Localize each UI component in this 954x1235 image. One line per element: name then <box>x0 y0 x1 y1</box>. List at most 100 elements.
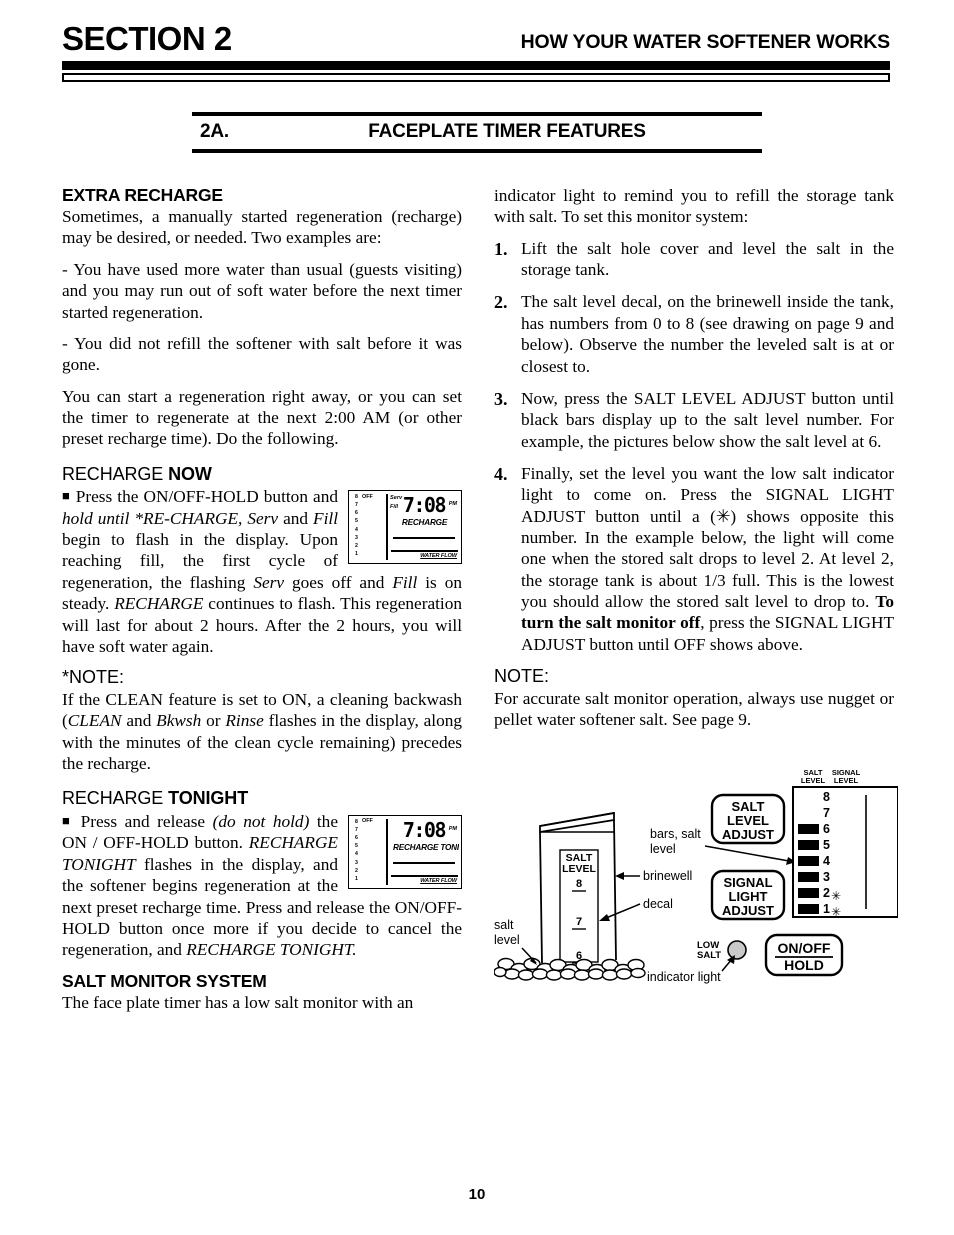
rn-t2: until *RE-CHARGE, <box>92 508 248 528</box>
lcd2-message: RECHARGE TONIGHT <box>393 843 459 853</box>
rn-serv: Serv <box>247 508 279 528</box>
lcd-divider <box>386 494 388 561</box>
lcd2-scale-7: 7 <box>355 826 358 833</box>
para-extra-recharge-2: - You have used more water than usual (g… <box>62 259 462 322</box>
panel-row-num-4: 4 <box>823 854 830 868</box>
recharge-tonight-block: 8 OFF 7 6 5 4 3 2 1 7:08 PM RECHARGE TONI… <box>62 811 462 961</box>
lcd2-divider <box>386 819 388 886</box>
rn-t5: goes off and <box>284 572 393 592</box>
label-salt-level-line2: level <box>494 933 520 947</box>
ns-t2: and <box>121 711 157 731</box>
panel-col2-label-line2: LEVEL <box>834 776 859 785</box>
lcd-cycle-labels: Serv Fill <box>390 494 402 510</box>
subsection-number: 2A. <box>200 121 229 142</box>
para-note-right: For accurate salt monitor operation, alw… <box>494 688 894 730</box>
lcd-scale-4: 4 <box>355 526 358 533</box>
left-column: EXTRA RECHARGE Sometimes, a manually sta… <box>62 185 462 1023</box>
page-number: 10 <box>468 1186 486 1203</box>
panel-row-num-7: 7 <box>823 806 830 820</box>
para-note-star: If the CLEAN feature is set to ON, a cle… <box>62 689 462 774</box>
label-low-salt-line2: SALT <box>697 950 721 961</box>
list-item: 3. Now, press the SALT LEVEL ADJUST butt… <box>494 388 894 452</box>
step-text-1: Lift the salt hole cover and level the s… <box>521 238 894 280</box>
panel-row-num-6: 6 <box>823 822 830 836</box>
heading-recharge-now-bold: NOW <box>168 463 212 484</box>
lcd-salt-scale: 8 OFF 7 6 5 4 3 2 1 <box>352 493 386 561</box>
lcd-flow-bar-upper <box>393 537 455 539</box>
rn-fill: Fill <box>313 508 338 528</box>
lcd2-scale-2: 2 <box>355 867 358 874</box>
header-rule-hollow <box>62 73 890 82</box>
label-bars-salt-level-line2: level <box>650 842 676 856</box>
lcd-display-recharge-now: 8 OFF 7 6 5 4 3 2 1 Serv Fill 7:08 PM REC… <box>348 490 462 565</box>
lcd-scale-1: 1 <box>355 551 358 558</box>
asterisk-icon: ✳ <box>715 506 731 526</box>
btn-salt-level-adjust-line2[interactable]: LEVEL <box>727 813 769 828</box>
ns-t3: or <box>201 711 226 731</box>
lcd2-ampm: PM <box>448 826 457 833</box>
header-subtitle: HOW YOUR WATER SOFTENER WORKS <box>520 30 891 53</box>
panel-col1-label-line2: LEVEL <box>801 776 826 785</box>
step-text-3: Now, press the SALT LEVEL ADJUST button … <box>521 388 894 451</box>
panel-bar-5 <box>798 840 819 850</box>
btn-on-off-hold-line2[interactable]: HOLD <box>784 957 824 973</box>
panel-row-num-3: 3 <box>823 870 830 884</box>
lcd-water-flow-label: WATER FLOW <box>420 553 457 560</box>
list-item: 2. The salt level decal, on the brinewel… <box>494 291 894 376</box>
para-salt-monitor: The face plate timer has a low salt moni… <box>62 992 414 1012</box>
panel-bar-6 <box>798 824 819 834</box>
panel-bar-2 <box>798 888 819 898</box>
list-item: 1. Lift the salt hole cover and level th… <box>494 238 894 281</box>
para-extra-recharge-1: Sometimes, a manually started regenerati… <box>62 207 462 248</box>
rn-t1: Press the ON/OFF-HOLD button and <box>75 487 338 507</box>
lcd2-time: 7:08 <box>402 818 447 843</box>
lcd2-flow-bar-lower <box>391 875 458 877</box>
panel-bar-4 <box>798 856 819 866</box>
decal-mark-8: 8 <box>576 878 582 890</box>
heading-recharge-now-plain: RECHARGE <box>62 463 169 484</box>
btn-on-off-hold-line1[interactable]: ON/OFF <box>778 940 831 956</box>
label-salt-level-line1: salt <box>494 918 514 932</box>
step-number-3: 3. <box>494 388 508 409</box>
bullet-square-icon: ■ <box>62 488 71 504</box>
lcd2-off-label: OFF <box>362 818 373 825</box>
lcd-scale-7: 7 <box>355 502 358 509</box>
subsection-title: FACEPLATE TIMER FEATURES <box>368 121 646 142</box>
step-text-4: Finally, set the level you want the low … <box>521 463 894 655</box>
heading-note-star: *NOTE: <box>62 667 125 688</box>
rn-t3: and <box>278 508 314 528</box>
lcd-serv-label: Serv <box>390 495 403 502</box>
rn-serv2: Serv <box>253 572 285 592</box>
lcd-fill-label: Fill <box>390 503 399 510</box>
heading-salt-monitor-system: SALT MONITOR SYSTEM <box>62 970 267 991</box>
btn-signal-light-adjust-line3[interactable]: ADJUST <box>722 903 774 918</box>
lcd2-scale-3: 3 <box>355 859 358 866</box>
heading-extra-recharge: EXTRA RECHARGE <box>62 185 223 205</box>
rt-donothold: (do not hold) <box>212 812 310 832</box>
step-text-2: The salt level decal, on the brinewell i… <box>521 292 894 376</box>
label-decal: decal <box>643 897 673 911</box>
lcd-scale-8: 8 <box>355 493 358 500</box>
lcd2-scale-5: 5 <box>355 843 358 850</box>
panel-row-num-8: 8 <box>823 790 830 804</box>
low-salt-indicator-light <box>727 940 747 960</box>
btn-salt-level-adjust-line1[interactable]: SALT <box>732 799 765 814</box>
decal-mark-7: 7 <box>576 916 582 928</box>
panel-star-1: ✳ <box>831 905 841 919</box>
lcd-flow-bar-lower <box>391 550 458 552</box>
header-rule-thick <box>62 61 890 70</box>
panel-star-2: ✳ <box>831 889 841 903</box>
section-title: SECTION 2 <box>62 20 232 57</box>
subsection-bar: 2A. FACEPLATE TIMER FEATURES <box>192 112 762 153</box>
salt-monitor-diagram: SALT LEVEL 8 7 6 salt level brinewell de… <box>494 768 898 998</box>
lcd-ampm: PM <box>448 501 457 508</box>
btn-signal-light-adjust-line2[interactable]: LIGHT <box>729 889 768 904</box>
label-indicator-light: indicator light <box>647 970 721 984</box>
heading-note-right: NOTE: <box>494 666 550 687</box>
numbered-steps: 1. Lift the salt hole cover and level th… <box>494 238 894 655</box>
btn-signal-light-adjust-line1[interactable]: SIGNAL <box>723 875 772 890</box>
panel-row-num-2: 2 <box>823 886 830 900</box>
heading-recharge-tonight-bold: TONIGHT <box>168 788 249 809</box>
rn-fill2: Fill <box>392 572 418 592</box>
btn-salt-level-adjust-line3[interactable]: ADJUST <box>722 827 774 842</box>
